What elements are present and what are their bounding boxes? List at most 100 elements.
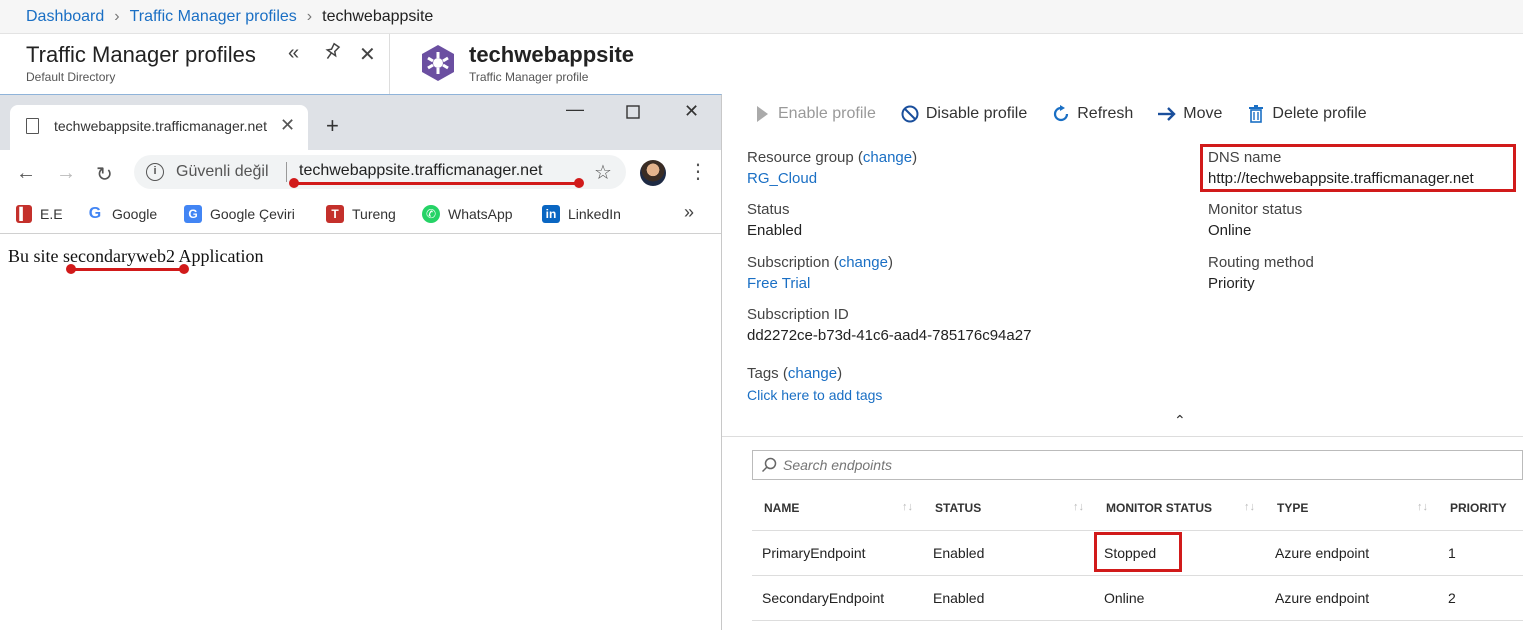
browser-window: techwebappsite.trafficmanager.net ✕ + — … xyxy=(0,94,722,630)
routing-method-value: Priority xyxy=(1208,275,1255,292)
page-icon xyxy=(26,118,39,134)
browser-tabstrip: techwebappsite.trafficmanager.net ✕ + — … xyxy=(0,95,721,150)
blade-title: Traffic Manager profiles xyxy=(26,42,256,67)
annotation-dot xyxy=(66,264,76,274)
tab-title: techwebappsite.trafficmanager.net xyxy=(54,118,267,134)
bookmark-ee[interactable]: ▍ E.E xyxy=(16,205,63,223)
search-endpoints-input[interactable] xyxy=(783,457,1483,473)
bookmarks-bar: ▍ E.E G Google G Google Çeviri T Tureng … xyxy=(0,196,721,234)
search-icon xyxy=(761,457,777,473)
status-value: Enabled xyxy=(747,222,803,239)
resource-subtitle: Traffic Manager profile xyxy=(469,70,589,84)
move-button[interactable]: Move xyxy=(1157,104,1222,124)
traffic-manager-icon xyxy=(419,44,457,82)
bookmark-google[interactable]: G Google xyxy=(86,205,157,223)
play-icon xyxy=(752,104,772,124)
breadcrumb-current: techwebappsite xyxy=(322,7,434,25)
search-endpoints-box[interactable] xyxy=(752,450,1523,480)
browser-page-content: Bu site secondaryweb2 Application xyxy=(0,234,721,630)
column-header-priority[interactable]: PRIORITY xyxy=(1438,486,1523,531)
breadcrumb: Dashboard › Traffic Manager profiles › t… xyxy=(0,0,1523,34)
resource-group-change-link[interactable]: change xyxy=(863,149,912,166)
endpoint-name[interactable]: SecondaryEndpoint xyxy=(752,575,923,621)
endpoint-type: Azure endpoint xyxy=(1265,530,1438,576)
subscription-change-link[interactable]: change xyxy=(839,254,888,271)
more-bookmarks-icon[interactable]: » xyxy=(684,202,694,223)
delete-profile-button[interactable]: Delete profile xyxy=(1246,104,1367,124)
breadcrumb-separator-icon: › xyxy=(306,7,313,25)
sort-icon[interactable]: ↑↓ xyxy=(1073,501,1084,513)
bookmark-whatsapp[interactable]: ✆ WhatsApp xyxy=(422,205,513,223)
tags-change-link[interactable]: change xyxy=(788,365,837,382)
maximize-icon[interactable] xyxy=(626,103,640,124)
bookmark-linkedin[interactable]: in LinkedIn xyxy=(542,205,621,223)
google-translate-icon: G xyxy=(184,205,202,223)
ee-icon: ▍ xyxy=(16,205,32,223)
enable-profile-label: Enable profile xyxy=(778,105,876,122)
page-text: Bu site secondaryweb2 Application xyxy=(8,246,264,266)
close-icon[interactable]: ✕ xyxy=(359,42,376,67)
endpoint-status: Enabled xyxy=(923,530,1094,576)
enable-profile-button[interactable]: Enable profile xyxy=(752,104,876,124)
arrow-right-icon xyxy=(1157,104,1177,124)
monitor-status-value: Online xyxy=(1208,222,1252,239)
trash-icon xyxy=(1246,104,1266,124)
endpoint-status: Enabled xyxy=(923,575,1094,621)
subscription-link[interactable]: Free Trial xyxy=(747,275,810,292)
refresh-icon xyxy=(1051,104,1071,124)
bookmark-google-ceviri[interactable]: G Google Çeviri xyxy=(184,205,295,223)
whatsapp-icon: ✆ xyxy=(422,205,440,223)
endpoint-type: Azure endpoint xyxy=(1265,575,1438,621)
window-close-icon[interactable]: ✕ xyxy=(684,101,699,122)
column-header-type[interactable]: TYPE ↑↓ xyxy=(1265,486,1438,531)
delete-profile-label: Delete profile xyxy=(1272,105,1367,122)
pin-icon[interactable] xyxy=(322,42,342,68)
info-icon[interactable]: i xyxy=(146,163,164,181)
sort-icon[interactable]: ↑↓ xyxy=(1417,501,1428,513)
back-icon[interactable]: ← xyxy=(16,162,36,185)
resource-group-link[interactable]: RG_Cloud xyxy=(747,170,817,187)
security-indicator[interactable]: Güvenli değil xyxy=(176,163,269,181)
bookmark-tureng[interactable]: T Tureng xyxy=(326,205,396,223)
sort-icon[interactable]: ↑↓ xyxy=(902,501,913,513)
refresh-button[interactable]: Refresh xyxy=(1051,104,1133,124)
disable-profile-label: Disable profile xyxy=(925,105,1028,122)
bookmark-star-icon[interactable]: ☆ xyxy=(594,160,612,185)
column-header-status[interactable]: STATUS ↑↓ xyxy=(923,486,1094,531)
block-icon xyxy=(900,104,920,124)
breadcrumb-dashboard[interactable]: Dashboard xyxy=(26,8,104,26)
move-label: Move xyxy=(1183,105,1223,122)
status-label: Status xyxy=(747,201,790,218)
annotation-dot xyxy=(289,178,299,188)
column-header-name[interactable]: NAME ↑↓ xyxy=(752,486,923,531)
tureng-icon: T xyxy=(326,205,344,223)
endpoint-priority: 1 xyxy=(1438,530,1523,576)
google-icon: G xyxy=(88,205,102,222)
breadcrumb-traffic-manager-profiles[interactable]: Traffic Manager profiles xyxy=(130,8,297,26)
add-tags-link[interactable]: Click here to add tags xyxy=(747,387,882,403)
collapse-blade-icon[interactable]: « xyxy=(288,42,299,65)
new-tab-icon[interactable]: + xyxy=(326,113,339,139)
endpoint-priority: 2 xyxy=(1438,575,1523,621)
linkedin-icon: in xyxy=(542,205,560,223)
sort-icon[interactable]: ↑↓ xyxy=(1244,501,1255,513)
tab-close-icon[interactable]: ✕ xyxy=(280,115,295,136)
profile-avatar[interactable] xyxy=(640,160,666,186)
traffic-manager-profiles-blade: Traffic Manager profiles Default Directo… xyxy=(0,34,390,94)
menu-icon[interactable]: ⋮ xyxy=(688,159,708,184)
minimize-icon[interactable]: — xyxy=(566,99,584,120)
routing-method-label: Routing method xyxy=(1208,254,1314,271)
column-header-monitor-status[interactable]: MONITOR STATUS ↑↓ xyxy=(1094,486,1265,531)
resource-title: techwebappsite xyxy=(469,42,635,67)
table-row[interactable]: SecondaryEndpoint Enabled Online Azure e… xyxy=(752,575,1523,621)
subscription-label: Subscription (change) xyxy=(747,254,893,271)
forward-icon[interactable]: → xyxy=(56,162,76,185)
disable-profile-button[interactable]: Disable profile xyxy=(900,104,1027,124)
collapse-essentials-icon[interactable]: ⌃ xyxy=(1174,412,1186,429)
essentials-divider xyxy=(722,436,1523,437)
browser-tab[interactable]: techwebappsite.trafficmanager.net ✕ xyxy=(10,105,308,150)
endpoint-name[interactable]: PrimaryEndpoint xyxy=(752,530,923,576)
url-text[interactable]: techwebappsite.trafficmanager.net xyxy=(299,162,542,180)
reload-icon[interactable]: ↻ xyxy=(96,162,113,187)
page-text-underline-annotation xyxy=(71,268,184,271)
